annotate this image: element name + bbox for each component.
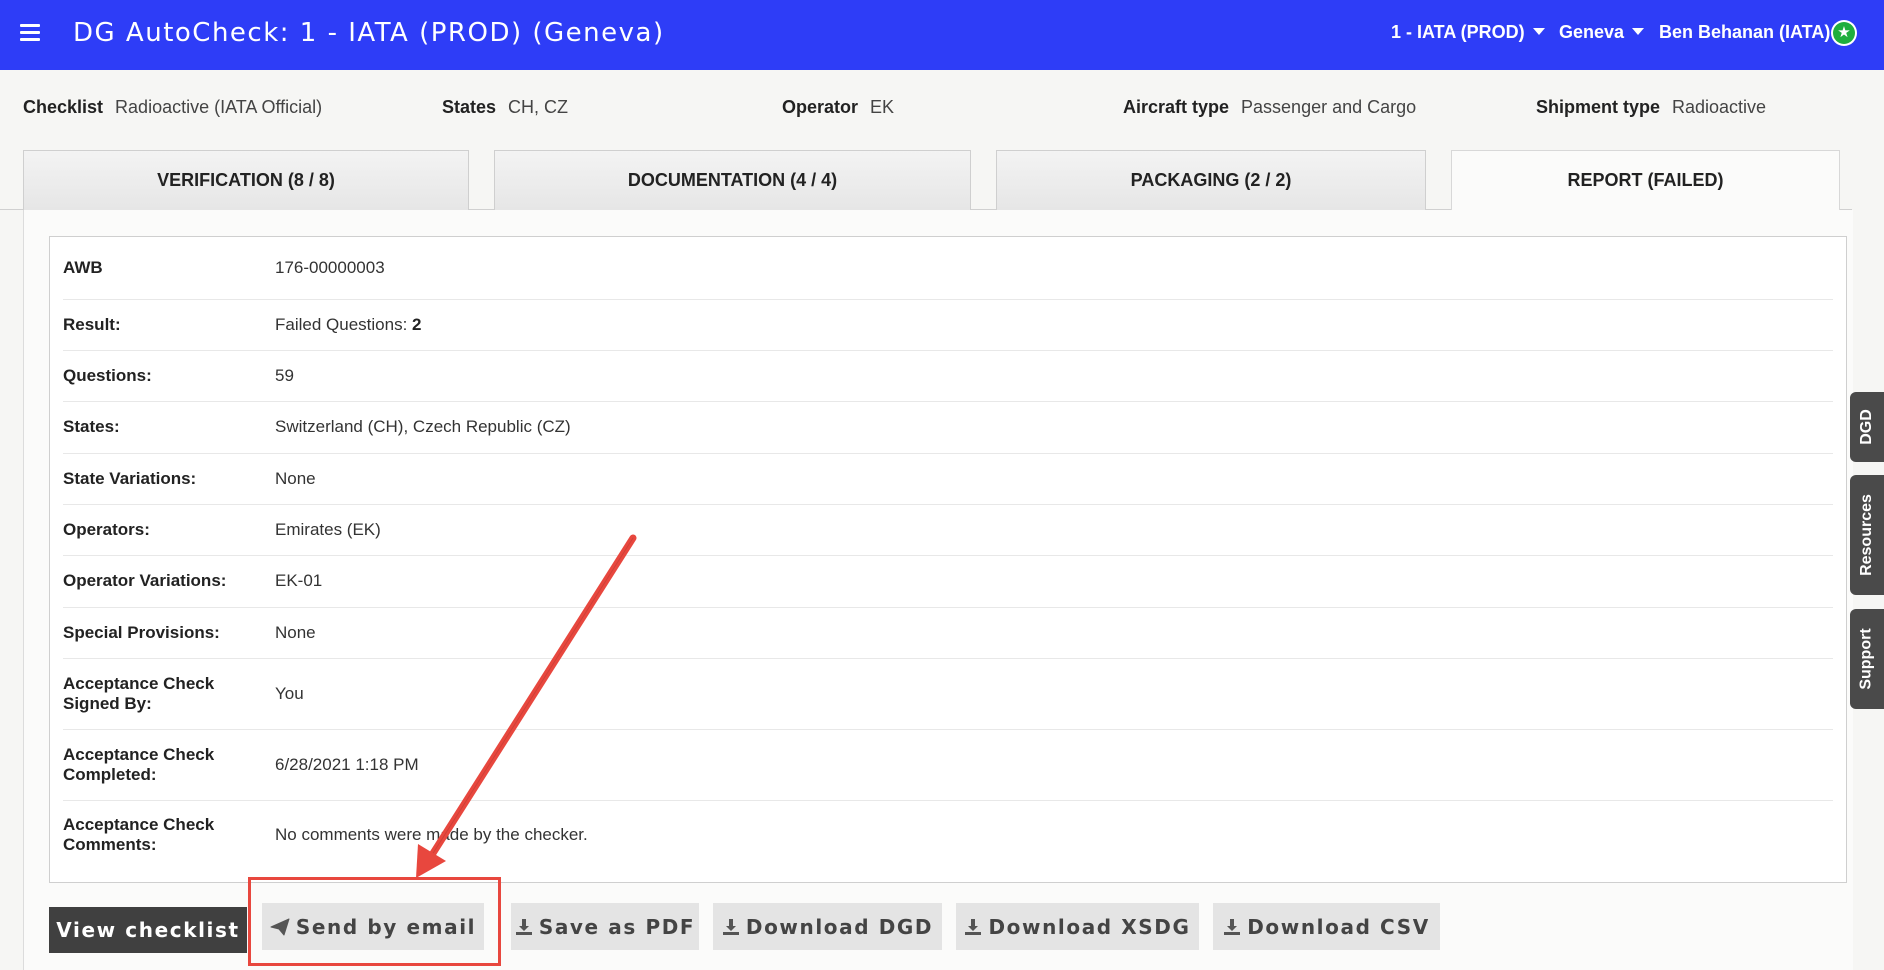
row-key: Questions: [63,365,152,385]
table-row: Acceptance Check Completed: 6/28/2021 1:… [63,729,1833,801]
row-value: EK-01 [275,571,323,590]
table-row: States: Switzerland (CH), Czech Republic… [63,401,1833,454]
row-key: Acceptance Check Completed: [63,744,215,784]
checklist-label: Checklist [23,97,104,117]
download-dgd-label: Download DGD [745,914,934,939]
operator-value: EK [870,97,895,117]
side-tab-support[interactable]: Support [1850,609,1884,709]
table-row: AWB 176-00000003 [63,237,1833,300]
failed-count: 2 [412,314,422,334]
tab-label: DOCUMENTATION (4 / 4) [627,170,838,190]
location-dropdown[interactable]: Geneva [1559,22,1645,43]
org-dropdown-label: 1 - IATA (PROD) [1391,22,1525,42]
paper-plane-icon [270,918,290,935]
download-xsdg-label: Download XSDG [988,914,1191,939]
org-dropdown[interactable]: 1 - IATA (PROD) [1391,22,1545,43]
user-name: Ben Behanan (IATA) [1659,22,1831,42]
save-pdf-button[interactable]: Save as PDF [511,903,699,950]
table-row: Special Provisions: None [63,607,1833,659]
row-value: No comments were made by the checker. [275,825,588,844]
app-title: DG AutoCheck: 1 - IATA (PROD) (Geneva) [73,18,665,48]
row-key: Special Provisions: [63,622,220,642]
states-value: CH, CZ [508,97,569,117]
row-value: None [275,468,316,488]
app-header: DG AutoCheck: 1 - IATA (PROD) (Geneva) 1… [0,0,1884,70]
result-text: Failed Questions: [275,314,413,334]
tab-label: PACKAGING (2 / 2) [1130,170,1292,190]
shipment-value: Radioactive [1672,97,1767,117]
menu-icon[interactable] [20,24,40,42]
row-value: You [275,683,304,703]
side-tab-dgd-label: DGD [1858,409,1875,445]
row-value: Switzerland (CH), Czech Republic (CZ) [275,417,571,436]
user-status-badge[interactable]: ★ [1831,20,1857,46]
download-icon [722,918,739,935]
view-checklist-label: View checklist [56,918,240,942]
row-key: Operator Variations: [63,571,227,590]
checklist-value: Radioactive (IATA Official) [115,97,323,117]
tab-label: VERIFICATION (8 / 8) [157,170,335,190]
aircraft-label: Aircraft type [1123,97,1230,117]
info-checklist: Checklist Radioactive (IATA Official) [23,97,322,118]
chevron-down-icon [1532,27,1545,35]
row-key: States: [63,417,120,436]
info-states: States CH, CZ [442,97,568,118]
tab-verification[interactable]: VERIFICATION (8 / 8) [23,150,469,210]
table-row: Acceptance Check Comments: No comments w… [63,800,1833,870]
send-email-label: Send by email [295,914,477,939]
save-pdf-label: Save as PDF [538,914,696,939]
row-key: State Variations: [63,468,197,488]
location-dropdown-label: Geneva [1559,22,1625,42]
tab-packaging[interactable]: PACKAGING (2 / 2) [996,150,1426,210]
row-value: Failed Questions: 2 [275,315,421,335]
info-aircraft: Aircraft type Passenger and Cargo [1123,97,1416,118]
row-key: Acceptance Check Comments: [63,815,215,854]
row-value: 176-00000003 [275,258,385,277]
view-checklist-button[interactable]: View checklist [49,907,247,953]
download-dgd-button[interactable]: Download DGD [713,903,942,950]
chevron-down-icon [1632,27,1645,35]
side-tab-support-label: Support [1858,628,1876,690]
table-row: Operator Variations: EK-01 [63,555,1833,608]
aircraft-value: Passenger and Cargo [1241,97,1417,117]
states-label: States [442,97,497,117]
info-shipment: Shipment type Radioactive [1536,97,1766,118]
info-operator: Operator EK [782,97,894,118]
row-key: AWB [63,258,103,277]
side-tab-dgd[interactable]: DGD [1850,392,1884,462]
row-key: Result: [63,314,121,334]
row-value: None [275,622,316,642]
download-icon [1224,918,1241,935]
report-table: AWB 176-00000003 Result: Failed Question… [49,236,1847,883]
row-key: Acceptance Check Signed By: [63,673,215,713]
shipment-label: Shipment type [1536,97,1661,117]
table-row: Questions: 59 [63,350,1833,402]
download-xsdg-button[interactable]: Download XSDG [956,903,1199,950]
table-row: Acceptance Check Signed By: You [63,658,1833,730]
row-value: Emirates (EK) [275,519,381,539]
download-csv-button[interactable]: Download CSV [1213,903,1440,950]
send-email-button[interactable]: Send by email [262,903,484,950]
row-value: 6/28/2021 1:18 PM [275,754,419,774]
row-key: Operators: [63,519,150,539]
download-csv-label: Download CSV [1247,914,1430,939]
operator-label: Operator [782,97,859,117]
tab-label: REPORT (FAILED) [1567,170,1724,190]
table-row: Result: Failed Questions: 2 [63,299,1833,351]
table-row: State Variations: None [63,453,1833,505]
table-row: Operators: Emirates (EK) [63,504,1833,556]
row-value: 59 [275,365,294,385]
download-icon [515,918,532,935]
star-icon: ★ [1833,22,1855,44]
download-icon [965,918,982,935]
tab-documentation[interactable]: DOCUMENTATION (4 / 4) [494,150,971,210]
tab-report[interactable]: REPORT (FAILED) [1451,150,1840,210]
side-tab-resources[interactable]: Resources [1850,475,1884,595]
user-menu[interactable]: Ben Behanan (IATA) [1659,22,1830,43]
side-tab-resources-label: Resources [1858,494,1876,576]
